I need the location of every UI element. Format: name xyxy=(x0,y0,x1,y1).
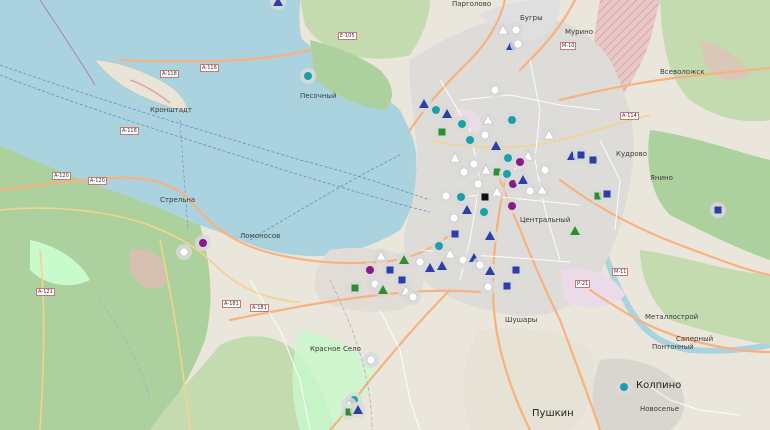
gray-circle-marker[interactable] xyxy=(412,254,428,270)
green-triangle-marker[interactable] xyxy=(567,223,583,239)
blue-square-marker[interactable] xyxy=(508,262,524,278)
gray-circle-marker[interactable] xyxy=(446,210,462,226)
gray-circle-marker[interactable] xyxy=(363,352,379,368)
blue-square-marker[interactable] xyxy=(585,152,601,168)
blue-square-marker[interactable] xyxy=(599,186,615,202)
gray-triangle-marker[interactable] xyxy=(541,127,557,143)
green-square-marker[interactable] xyxy=(434,124,450,140)
blue-square-marker[interactable] xyxy=(499,278,515,294)
blue-square-marker[interactable] xyxy=(710,202,726,218)
blue-triangle-marker[interactable] xyxy=(482,263,498,279)
purple-circle-marker[interactable] xyxy=(362,262,378,278)
gray-triangle-marker[interactable] xyxy=(478,162,494,178)
gray-triangle-marker[interactable] xyxy=(534,182,550,198)
blue-square-marker[interactable] xyxy=(447,226,463,242)
gray-triangle-marker[interactable] xyxy=(480,112,496,128)
gray-circle-marker[interactable] xyxy=(510,36,526,52)
markers-layer xyxy=(176,0,726,420)
green-square-marker[interactable] xyxy=(347,280,363,296)
gray-circle-marker[interactable] xyxy=(487,82,503,98)
purple-circle-marker[interactable] xyxy=(512,154,528,170)
blue-triangle-marker[interactable] xyxy=(270,0,286,10)
teal-circle-marker[interactable] xyxy=(504,112,520,128)
blue-triangle-marker[interactable] xyxy=(482,228,498,244)
blue-triangle-marker[interactable] xyxy=(434,258,450,274)
map-view[interactable]: Кронштадт Ломоносов Пушкин Колпино Метал… xyxy=(0,0,770,430)
teal-circle-marker[interactable] xyxy=(616,379,632,395)
black-square-marker[interactable] xyxy=(477,189,493,205)
green-triangle-marker[interactable] xyxy=(375,282,391,298)
gray-circle-marker[interactable] xyxy=(456,164,472,180)
teal-circle-marker[interactable] xyxy=(476,204,492,220)
gray-circle-marker[interactable] xyxy=(480,279,496,295)
gray-circle-marker[interactable] xyxy=(438,188,454,204)
blue-triangle-marker[interactable] xyxy=(350,402,366,418)
gray-triangle-marker[interactable] xyxy=(447,150,463,166)
teal-circle-marker[interactable] xyxy=(454,116,470,132)
blue-triangle-marker[interactable] xyxy=(439,106,455,122)
blue-triangle-marker[interactable] xyxy=(488,138,504,154)
teal-circle-marker[interactable] xyxy=(300,68,316,84)
gray-circle-marker[interactable] xyxy=(537,162,553,178)
gray-circle-marker[interactable] xyxy=(405,289,421,305)
purple-circle-marker[interactable] xyxy=(504,198,520,214)
gray-triangle-marker[interactable] xyxy=(373,248,389,264)
gray-circle-marker[interactable] xyxy=(176,244,192,260)
green-triangle-marker[interactable] xyxy=(396,252,412,268)
gray-circle-marker[interactable] xyxy=(508,22,524,38)
teal-circle-marker[interactable] xyxy=(462,132,478,148)
purple-circle-marker[interactable] xyxy=(195,235,211,251)
